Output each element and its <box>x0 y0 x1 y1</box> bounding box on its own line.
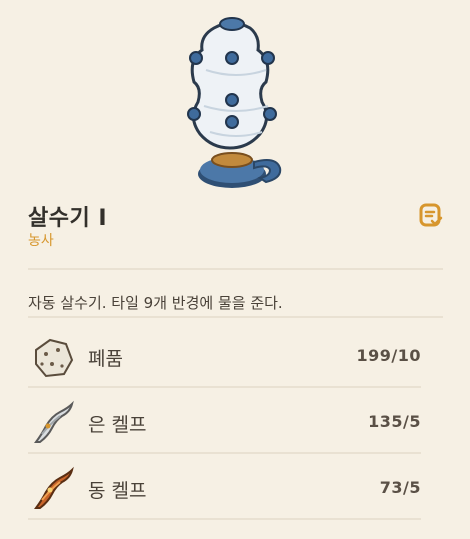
ingredient-count: 73/5 <box>379 478 421 497</box>
scrap-icon <box>35 338 74 378</box>
divider <box>28 386 421 388</box>
ingredient-name: 폐품 <box>88 348 123 370</box>
ingredient-count: 199/10 <box>356 346 421 365</box>
item-description: 자동 살수기. 타일 9개 반경에 물을 준다. <box>28 294 283 312</box>
item-category: 농사 <box>28 233 54 249</box>
ingredient-name: 은 켈프 <box>88 414 147 436</box>
sprinkler-icon <box>187 17 282 188</box>
divider <box>28 518 421 520</box>
divider <box>28 452 421 454</box>
item-title: 살수기 I <box>28 206 108 231</box>
ingredient-row: 은 켈프 135/5 <box>28 394 421 456</box>
silver-kelp-icon <box>34 400 74 443</box>
ingredient-row: 폐품 199/10 <box>28 328 421 390</box>
ingredient-row: 동 켈프 73/5 <box>28 460 421 522</box>
item-preview <box>0 0 470 195</box>
divider <box>28 268 443 270</box>
copper-kelp-icon <box>34 466 74 509</box>
ingredient-name: 동 켈프 <box>88 480 147 502</box>
recipe-book-icon[interactable] <box>418 202 444 228</box>
divider <box>28 316 443 318</box>
ingredient-count: 135/5 <box>368 412 421 431</box>
